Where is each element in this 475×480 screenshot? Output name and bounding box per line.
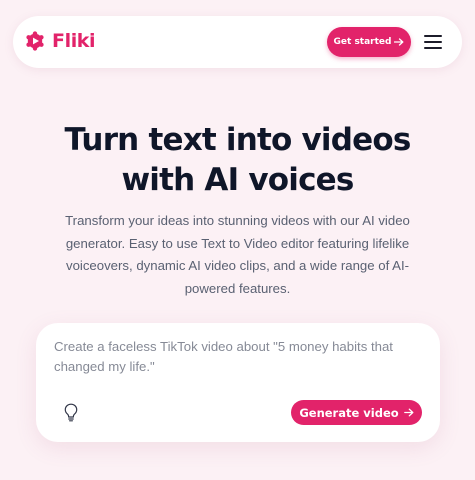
- get-started-button[interactable]: Get started: [327, 27, 411, 57]
- hamburger-menu-icon: [424, 35, 442, 37]
- hero-subtitle: Transform your ideas into stunning video…: [65, 213, 410, 296]
- lightbulb-icon: [64, 403, 78, 421]
- prompt-card: Generate video: [36, 323, 440, 442]
- hamburger-menu-icon-bar: [424, 47, 442, 49]
- arrow-right-icon: [403, 408, 414, 417]
- hero-title-line-1: Turn text into videos: [64, 122, 411, 158]
- top-navigation-bar: Fliki Get started: [13, 16, 462, 68]
- generate-video-button[interactable]: Generate video: [291, 400, 422, 425]
- play-badge-icon: [26, 31, 44, 51]
- get-started-label: Get started: [333, 37, 392, 47]
- fliki-logo[interactable]: Fliki: [25, 30, 96, 52]
- hero-title-line-2: with AI voices: [121, 162, 354, 198]
- brand-name: Fliki: [52, 30, 96, 52]
- hamburger-menu-icon-bar: [424, 41, 442, 43]
- video-prompt-input[interactable]: [54, 337, 414, 383]
- arrow-right-icon: [394, 38, 404, 46]
- hamburger-menu-button[interactable]: [424, 32, 446, 52]
- hero-title: Turn text into videos with AI voices: [20, 120, 455, 200]
- generate-video-label: Generate video: [299, 405, 399, 420]
- idea-suggestion-button[interactable]: [61, 401, 81, 423]
